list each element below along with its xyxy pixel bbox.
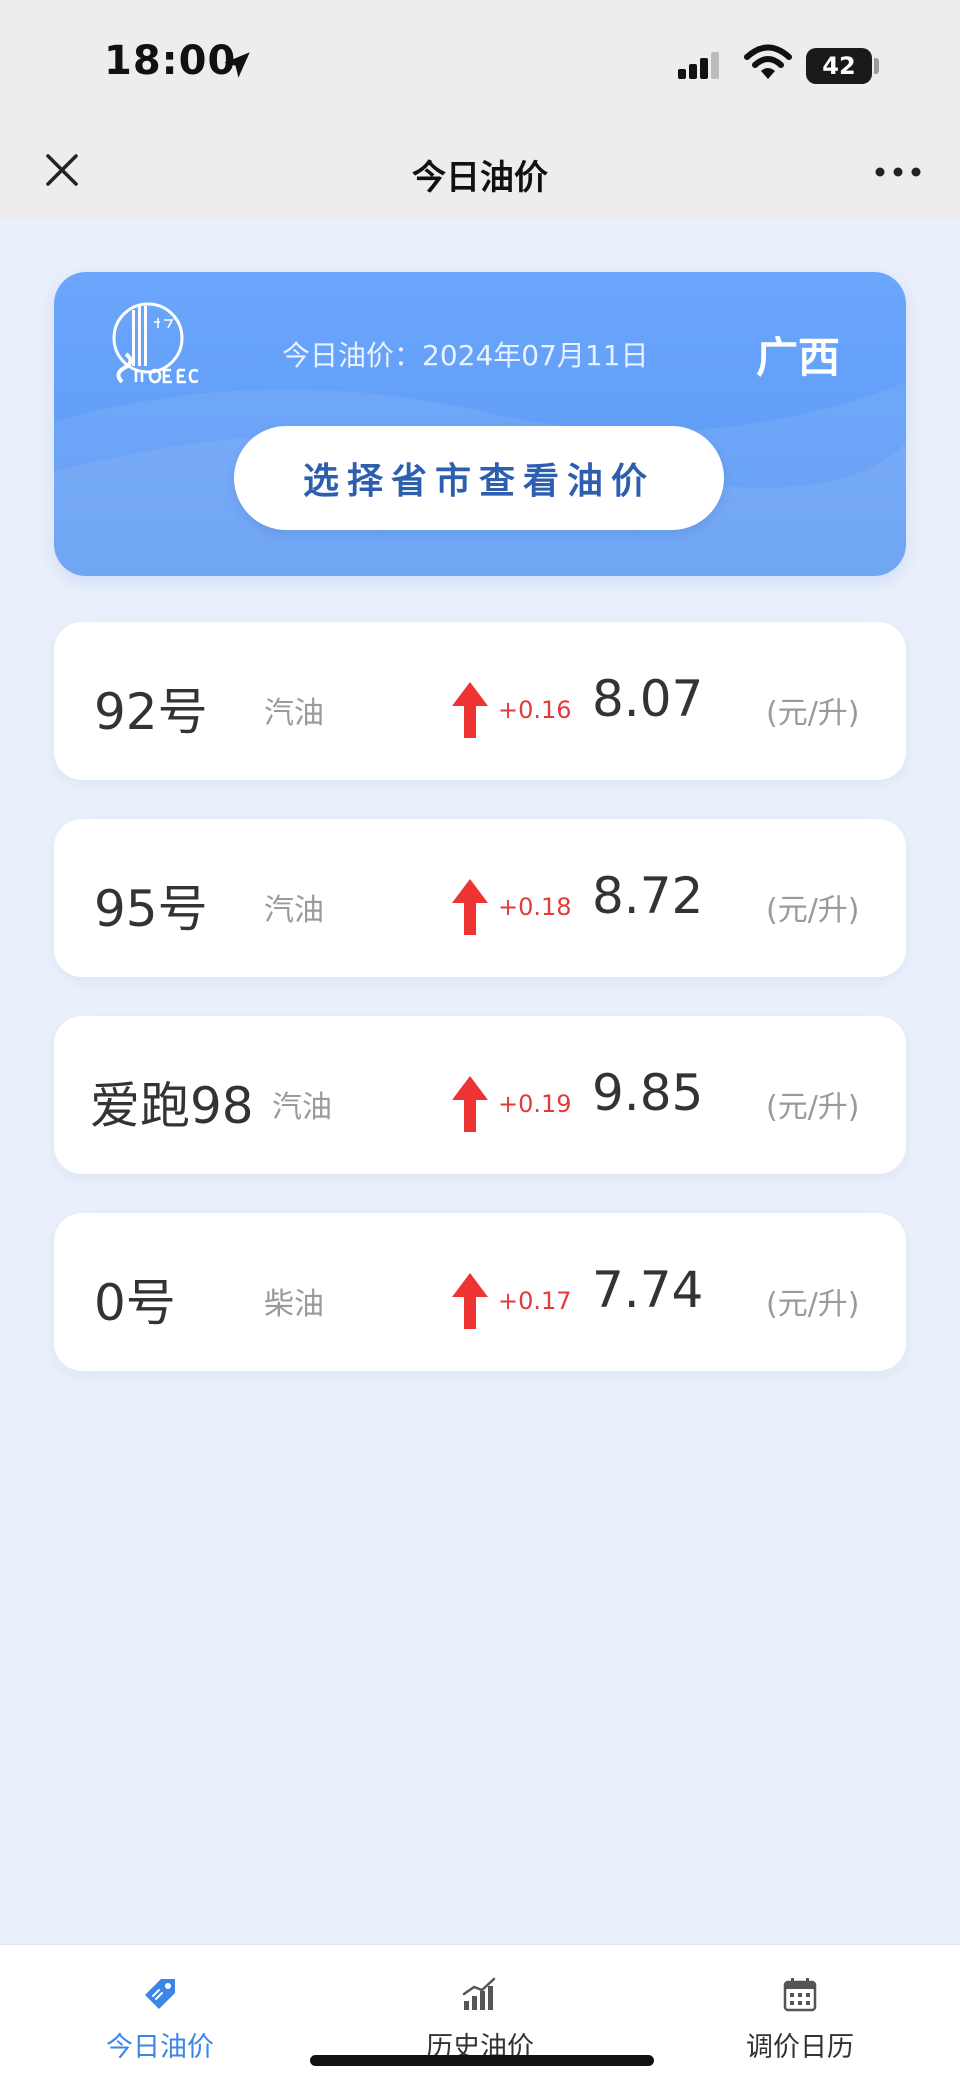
fuel-price: 8.07	[592, 670, 704, 728]
fuel-type: 汽油	[264, 696, 324, 731]
status-bar: 18:00 42	[0, 0, 960, 130]
tab-label: 今日油价	[106, 2032, 214, 2063]
fuel-price: 8.72	[592, 867, 704, 925]
home-indicator[interactable]	[310, 2055, 654, 2066]
tab-price-calendar[interactable]: 调价日历	[640, 1945, 960, 2081]
price-up-arrow-icon	[452, 879, 488, 935]
price-up-arrow-icon	[452, 1273, 488, 1329]
price-change: +0.17	[498, 1287, 572, 1315]
wifi-icon	[744, 44, 792, 79]
price-unit: (元/升)	[766, 893, 860, 928]
fuel-grade: 爱跑98	[90, 1077, 254, 1135]
price-change: +0.18	[498, 893, 572, 921]
battery-cap	[874, 58, 879, 74]
fuel-type: 汽油	[264, 893, 324, 928]
fuel-type: 柴油	[264, 1287, 324, 1322]
sinopec-logo	[112, 302, 199, 384]
select-region-button[interactable]: 选择省市查看油价	[234, 426, 724, 530]
price-up-arrow-icon	[452, 682, 488, 738]
nav-bar: 今日油价	[0, 130, 960, 220]
fuel-type: 汽油	[272, 1090, 332, 1125]
tab-label: 调价日历	[746, 2032, 854, 2063]
fuel-price: 9.85	[592, 1064, 704, 1122]
price-change: +0.16	[498, 696, 572, 724]
price-card-98: 爱跑98 汽油 +0.19 9.85 (元/升)	[54, 1016, 906, 1174]
price-unit: (元/升)	[766, 1090, 860, 1125]
fuel-price: 7.74	[592, 1261, 704, 1319]
price-unit: (元/升)	[766, 696, 860, 731]
price-card-92: 92号 汽油 +0.16 8.07 (元/升)	[54, 622, 906, 780]
header-banner: 今日油价：2024年07月11日 广西 选择省市查看油价	[54, 272, 906, 576]
location-arrow-icon	[224, 52, 250, 78]
page-title: 今日油价	[412, 158, 548, 198]
price-change: +0.19	[498, 1090, 572, 1118]
price-card-diesel-0: 0号 柴油 +0.17 7.74 (元/升)	[54, 1213, 906, 1371]
fuel-grade: 92号	[94, 683, 208, 741]
tag-icon	[145, 1979, 175, 2009]
current-province[interactable]: 广西	[756, 324, 840, 385]
battery-icon: 42	[806, 48, 872, 84]
calendar-icon	[783, 1978, 817, 2012]
price-date: 今日油价：2024年07月11日	[282, 339, 649, 372]
bar-chart-icon	[462, 1977, 496, 2010]
fuel-grade: 95号	[94, 880, 208, 938]
fuel-grade: 0号	[94, 1274, 176, 1332]
price-unit: (元/升)	[766, 1287, 860, 1322]
price-card-95: 95号 汽油 +0.18 8.72 (元/升)	[54, 819, 906, 977]
status-time: 18:00	[104, 38, 237, 84]
more-options-icon[interactable]	[870, 152, 926, 192]
cellular-signal-icon	[678, 52, 719, 79]
tab-today-price[interactable]: 今日油价	[0, 1945, 320, 2081]
price-up-arrow-icon	[452, 1076, 488, 1132]
